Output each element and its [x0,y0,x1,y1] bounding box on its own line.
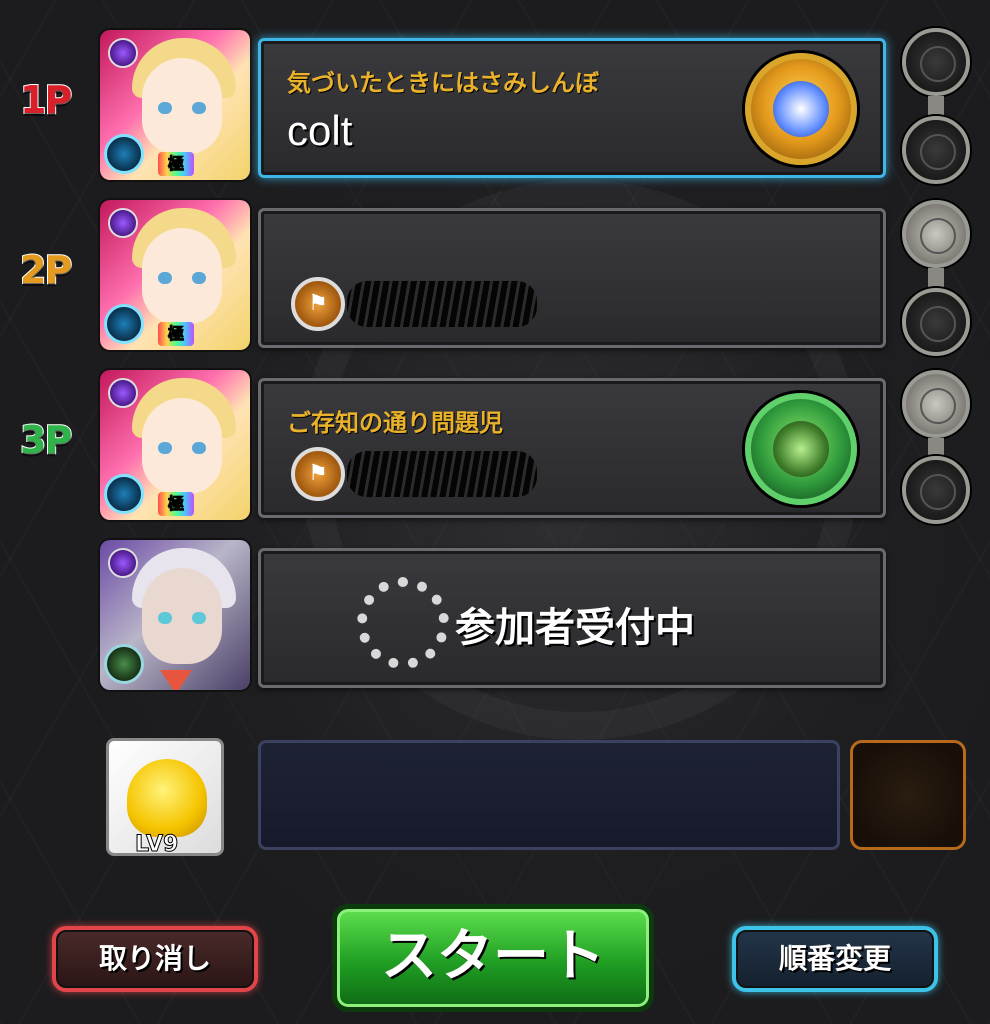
character-face [142,58,222,154]
helper-monster[interactable]: LV9 [106,738,224,858]
cancel-button[interactable]: 取り消し [52,926,258,992]
slot-silver-icon [902,200,970,268]
character-face [142,568,222,664]
slot-silver-icon [902,370,970,438]
player-row-2: 2P 極 ⚑ [0,200,990,360]
arrow-down-icon [160,670,192,690]
player-panel[interactable]: ご存知の通り問題児 ⚑ [258,378,886,518]
helper-level: LV9 [134,832,179,858]
rank-badge-icon: 極 [158,322,194,346]
helper-panel[interactable] [258,740,840,850]
character-eye [158,102,172,114]
slot-empty-icon [902,116,970,184]
slot-empty-icon [902,288,970,356]
character-face [142,228,222,324]
player-panel[interactable]: 気づいたときにはさみしんぼ colt [258,38,886,178]
player-medal-icon [745,393,857,505]
player-title: ご存知の通り問題児 [287,409,503,437]
character-eye [192,612,206,624]
slot-empty-icon [902,456,970,524]
rank-badge-icon: 極 [158,492,194,516]
character-eye [158,272,172,284]
player-row-1: 1P 極 気づいたときにはさみしんぼ colt [0,30,990,190]
element-icon [108,548,138,578]
medal-emblem-icon [773,421,829,477]
player-label: 2P [19,247,73,293]
helper-monster-icon [127,759,207,837]
element-icon [108,208,138,238]
loading-spinner-icon [357,577,449,669]
ability-icon [104,134,144,174]
character-avatar[interactable] [100,540,250,690]
element-icon [108,38,138,68]
player-title: 気づいたときにはさみしんぼ [287,69,599,97]
helper-slot[interactable] [850,740,966,850]
ability-icon [104,644,144,684]
start-button[interactable]: スタート [332,904,654,1012]
guild-icon: ⚑ [291,277,345,331]
element-icon [108,378,138,408]
waiting-panel: 参加者受付中 [258,548,886,688]
character-eye [192,442,206,454]
slot-connector [928,96,944,116]
character-avatar[interactable]: 極 [100,30,250,180]
rank-badge-icon: 極 [158,152,194,176]
player-medal-icon [745,53,857,165]
character-eye [192,102,206,114]
character-eye [158,612,172,624]
character-eye [158,442,172,454]
character-avatar[interactable]: 極 [100,370,250,520]
player-label: 1P [19,77,73,123]
waiting-text: 参加者受付中 [455,605,695,651]
slot-connector [928,268,944,288]
medal-emblem-icon [773,81,829,137]
character-face [142,398,222,494]
character-avatar[interactable]: 極 [100,200,250,350]
ability-icon [104,304,144,344]
player-name: colt [287,107,353,154]
guild-icon: ⚑ [291,447,345,501]
slot-empty-icon [902,28,970,96]
player-label: 3P [19,417,73,463]
character-eye [192,272,206,284]
player-row-4: 参加者受付中 [0,540,990,700]
player-panel[interactable]: ⚑ [258,208,886,348]
redacted-player-name [347,451,537,497]
ability-icon [104,474,144,514]
reorder-button[interactable]: 順番変更 [732,926,938,992]
player-row-3: 3P 極 ご存知の通り問題児 ⚑ [0,370,990,530]
slot-connector [928,438,944,458]
redacted-player-name [347,281,537,327]
